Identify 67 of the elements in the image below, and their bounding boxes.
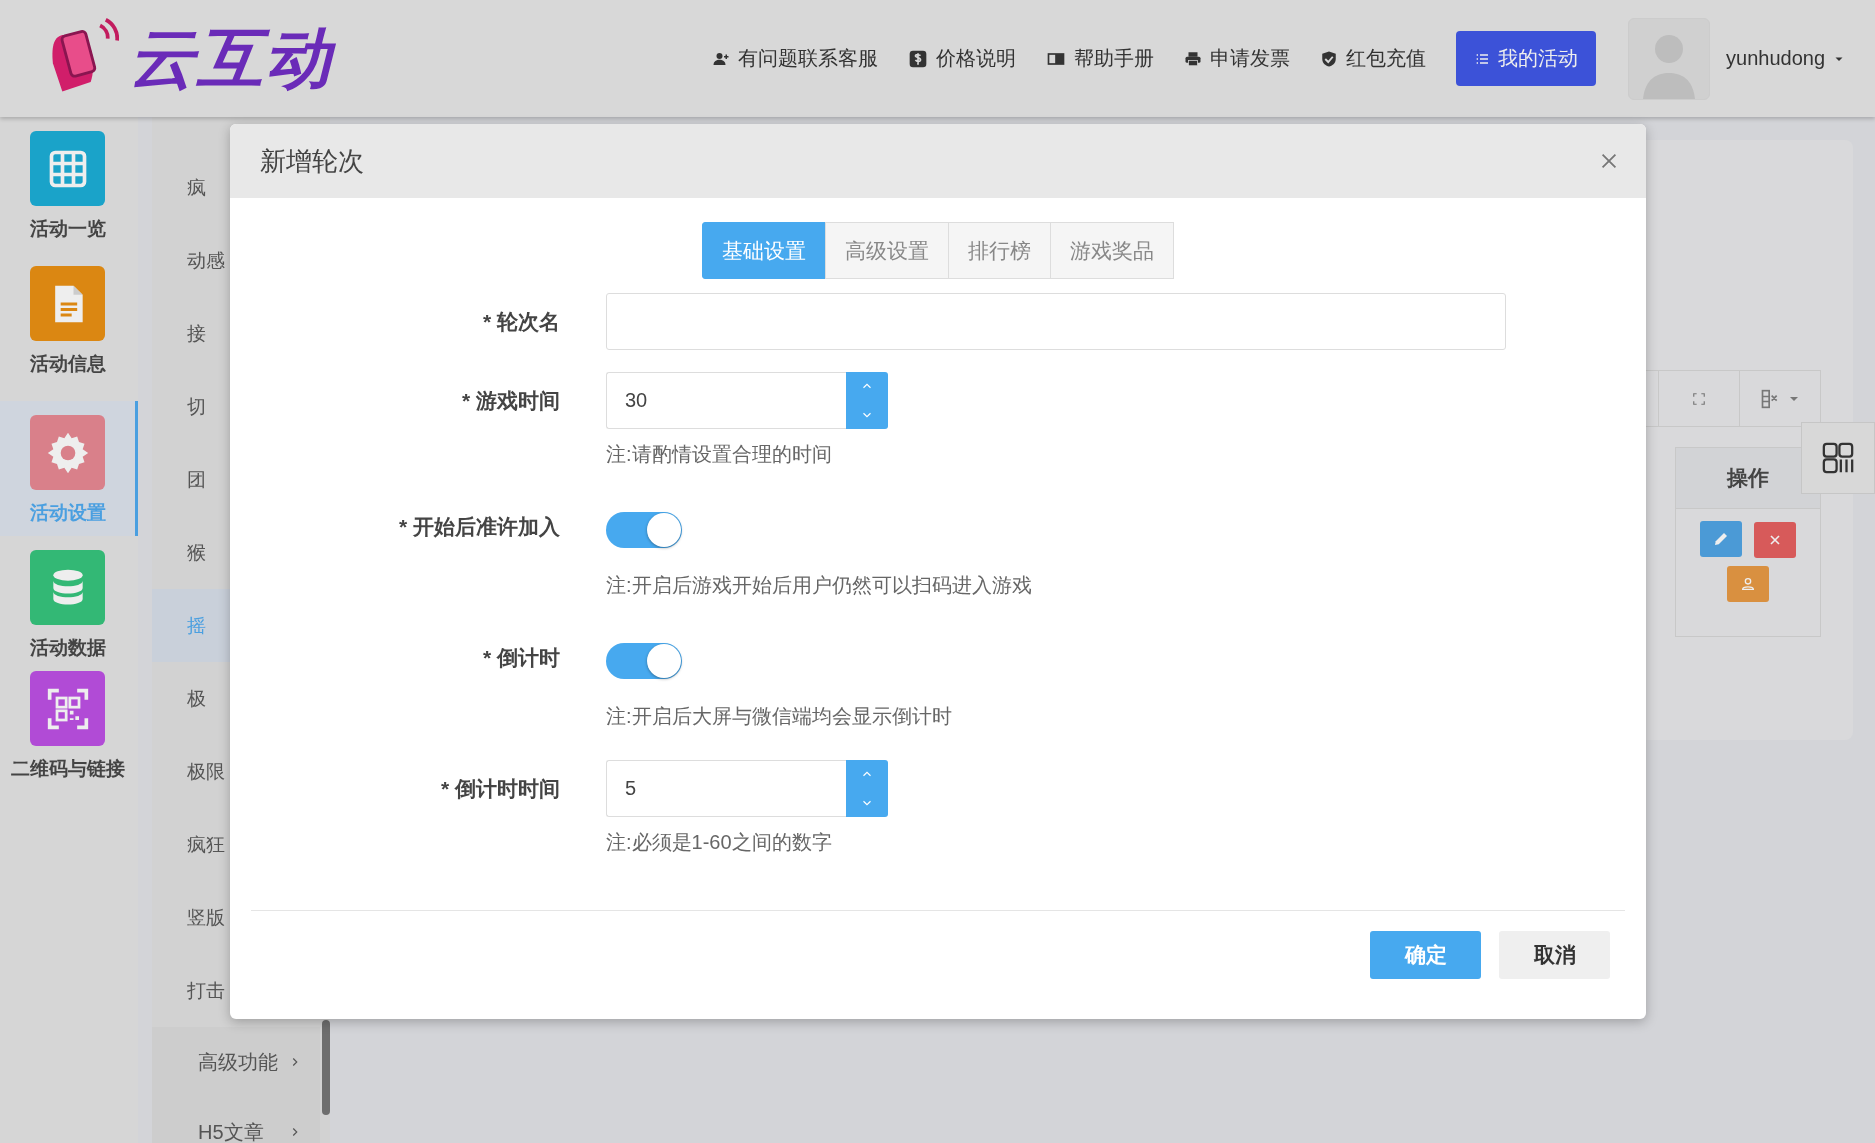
nav-link[interactable]: 帮助手册: [1046, 45, 1154, 72]
tab[interactable]: 游戏奖品: [1049, 222, 1174, 279]
sidebar-item[interactable]: 二维码与链接: [0, 671, 138, 806]
nav-link[interactable]: 价格说明: [908, 45, 1016, 72]
field-hint: 注:请酌情设置合理的时间: [606, 442, 832, 467]
scrollbar[interactable]: [322, 1020, 330, 1115]
tab[interactable]: 高级设置: [824, 222, 949, 279]
input-field[interactable]: [606, 293, 1506, 350]
qr-code-icon: [45, 686, 90, 731]
user-icon: [1740, 576, 1756, 592]
field-hint: 注:必须是1-60之间的数字: [606, 830, 832, 855]
submenu-item[interactable]: 极: [152, 662, 230, 735]
my-activities-button[interactable]: 我的活动: [1456, 31, 1596, 86]
modal-title: 新增轮次: [260, 144, 364, 178]
field-label: * 轮次名: [482, 308, 560, 335]
submenu-group[interactable]: 高级功能: [152, 1027, 320, 1097]
submenu-group[interactable]: H5文章: [152, 1097, 320, 1143]
field-hint: 注:开启后游戏开始后用户仍然可以扫码进入游戏: [606, 573, 1032, 598]
printer-icon: [1184, 49, 1202, 68]
submenu-item[interactable]: 团: [152, 443, 230, 516]
submenu-item[interactable]: 切: [152, 370, 230, 443]
sidebar-label: 二维码与链接: [10, 757, 125, 781]
columns-icon: [1760, 388, 1780, 409]
delete-button[interactable]: [1754, 522, 1796, 558]
submenu-item[interactable]: 动感: [152, 224, 230, 297]
toggle-switch[interactable]: [606, 643, 682, 679]
submenu-item[interactable]: 接: [152, 297, 230, 370]
spinner-button[interactable]: [846, 760, 888, 817]
sidebar-label: 活动设置: [29, 501, 106, 525]
pencil-icon: [1712, 530, 1730, 548]
submenu-item[interactable]: 疯狂: [152, 808, 230, 881]
submenu-item[interactable]: 打击: [152, 954, 230, 1027]
submenu-item[interactable]: 猴: [152, 516, 230, 589]
toggle-switch[interactable]: [606, 512, 682, 548]
number-field[interactable]: 5: [606, 760, 846, 817]
edit-button[interactable]: [1700, 521, 1742, 557]
tab[interactable]: 排行榜: [947, 222, 1051, 279]
cancel-button[interactable]: 取消: [1499, 931, 1610, 979]
group-label: H5文章: [198, 1119, 264, 1143]
sidebar-label: 活动数据: [29, 636, 106, 660]
floating-button[interactable]: [1801, 422, 1875, 494]
number-field[interactable]: 30: [606, 372, 846, 429]
avatar[interactable]: [1628, 17, 1710, 100]
sidebar-item[interactable]: 活动信息: [0, 266, 138, 401]
user-button[interactable]: [1727, 566, 1769, 602]
field-label: * 倒计时: [482, 644, 560, 671]
sidebar-label: 活动一览: [29, 217, 106, 241]
nav-link[interactable]: 红包充值: [1320, 45, 1426, 72]
field-hint: 注:开启后大屏与微信端均会显示倒计时: [606, 704, 952, 729]
spinner-button[interactable]: [846, 372, 888, 429]
dollar-icon: [908, 48, 928, 69]
submenu-item[interactable]: 竖版: [152, 881, 230, 954]
sidebar-item[interactable]: 活动一览: [0, 131, 138, 266]
fullscreen-icon: [1692, 391, 1706, 406]
shield-check-icon: [1320, 49, 1338, 68]
field-label: * 开始后准许加入: [398, 513, 560, 540]
nav-link[interactable]: 有问题联系客服: [712, 45, 878, 72]
sidebar-item[interactable]: 活动数据: [0, 536, 138, 671]
sidebar-label: 活动信息: [29, 352, 106, 376]
nav-link[interactable]: 申请发票: [1184, 45, 1290, 72]
field-label: * 倒计时时间: [440, 775, 560, 802]
submenu-item[interactable]: 极限: [152, 735, 230, 808]
field-label: * 游戏时间: [461, 387, 560, 414]
apps-icon: [1821, 441, 1855, 475]
user-menu[interactable]: yunhudong: [1726, 47, 1845, 70]
group-label: 高级功能: [198, 1049, 278, 1075]
submenu-item[interactable]: 疯: [152, 151, 230, 224]
